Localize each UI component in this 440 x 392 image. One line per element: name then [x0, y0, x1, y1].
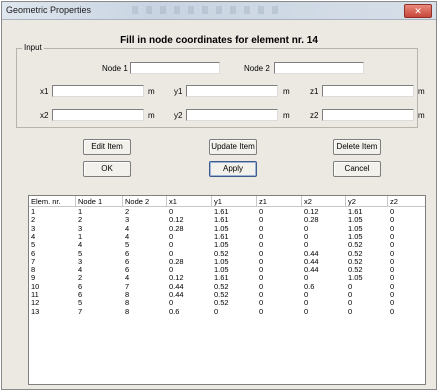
edit-item-button[interactable]: Edit Item: [83, 139, 131, 155]
x2-field[interactable]: [52, 109, 144, 121]
column-header[interactable]: Node 1: [76, 196, 123, 207]
x1-label: x1: [40, 87, 49, 96]
table-header: Elem. nr. Node 1 Node 2 x1 y1 z1 x2 y2 z…: [29, 196, 425, 207]
z1-field[interactable]: [322, 85, 414, 97]
ok-button[interactable]: OK: [83, 161, 131, 177]
table-cell: 0: [390, 306, 395, 316]
column-header[interactable]: x2: [302, 196, 346, 207]
table-cell: 7: [78, 306, 83, 316]
column-header[interactable]: y2: [346, 196, 388, 207]
y2-field[interactable]: [186, 109, 278, 121]
y1-field[interactable]: [186, 85, 278, 97]
table-cell: 0: [304, 240, 309, 250]
column-header[interactable]: y1: [212, 196, 257, 207]
table-cell: 0: [169, 240, 174, 250]
node1-label: Node 1: [102, 64, 128, 73]
instruction-heading: Fill in node coordinates for element nr.…: [120, 35, 318, 46]
table-cell: 0: [390, 240, 395, 250]
window-title: Geometric Properties: [6, 5, 92, 15]
table-row[interactable]: 12 5 8 0 0.52 0 0 0 0: [29, 299, 425, 307]
elements-table[interactable]: Elem. nr. Node 1 Node 2 x1 y1 z1 x2 y2 z…: [28, 195, 426, 385]
y2-label: y2: [174, 111, 183, 120]
table-cell: 13: [31, 306, 40, 316]
table-cell: 0: [259, 240, 264, 250]
z1-label: z1: [310, 87, 319, 96]
table-cell: 0: [304, 306, 309, 316]
table-cell: 0: [214, 306, 219, 316]
node1-field[interactable]: [130, 62, 220, 74]
x2-unit-label: m: [148, 111, 155, 120]
node2-field[interactable]: [274, 62, 364, 74]
x1-unit-label: m: [148, 87, 155, 96]
column-header[interactable]: z1: [257, 196, 302, 207]
x1-field[interactable]: [52, 85, 144, 97]
y1-unit-label: m: [283, 87, 290, 96]
column-header[interactable]: Node 2: [123, 196, 167, 207]
table-cell: 5: [125, 240, 130, 250]
column-header[interactable]: z2: [388, 196, 425, 207]
table-cell: 0: [348, 306, 353, 316]
table-cell: 0.6: [169, 306, 180, 316]
table-row[interactable]: 5 4 5 0 1.05 0 0 0.52 0: [29, 241, 425, 249]
close-icon[interactable]: ✕: [404, 4, 432, 18]
column-header[interactable]: Elem. nr.: [29, 196, 76, 207]
update-item-button[interactable]: Update Item: [209, 139, 257, 155]
z1-unit-label: m: [418, 87, 425, 96]
z2-label: z2: [310, 111, 319, 120]
z2-field[interactable]: [322, 109, 414, 121]
table-cell: 8: [125, 306, 130, 316]
column-header[interactable]: x1: [167, 196, 212, 207]
delete-item-button[interactable]: Delete Item: [333, 139, 381, 155]
input-group-legend: Input: [22, 43, 44, 52]
table-cell: 1.05: [214, 240, 229, 250]
z2-unit-label: m: [418, 111, 425, 120]
title-bar-decoration: [132, 6, 282, 14]
table-cell: 5: [31, 240, 36, 250]
cancel-button[interactable]: Cancel: [333, 161, 381, 177]
apply-button[interactable]: Apply: [209, 161, 257, 177]
table-cell: 0.52: [348, 240, 363, 250]
y2-unit-label: m: [283, 111, 290, 120]
title-bar[interactable]: Geometric Properties ✕: [2, 2, 436, 20]
y1-label: y1: [174, 87, 183, 96]
table-cell: 0: [259, 306, 264, 316]
geometric-properties-dialog: Geometric Properties ✕ Fill in node coor…: [1, 1, 437, 390]
table-cell: 4: [78, 240, 83, 250]
table-row[interactable]: 13 7 8 0.6 0 0 0 0 0: [29, 306, 425, 316]
x2-label: x2: [40, 111, 49, 120]
node2-label: Node 2: [244, 64, 270, 73]
